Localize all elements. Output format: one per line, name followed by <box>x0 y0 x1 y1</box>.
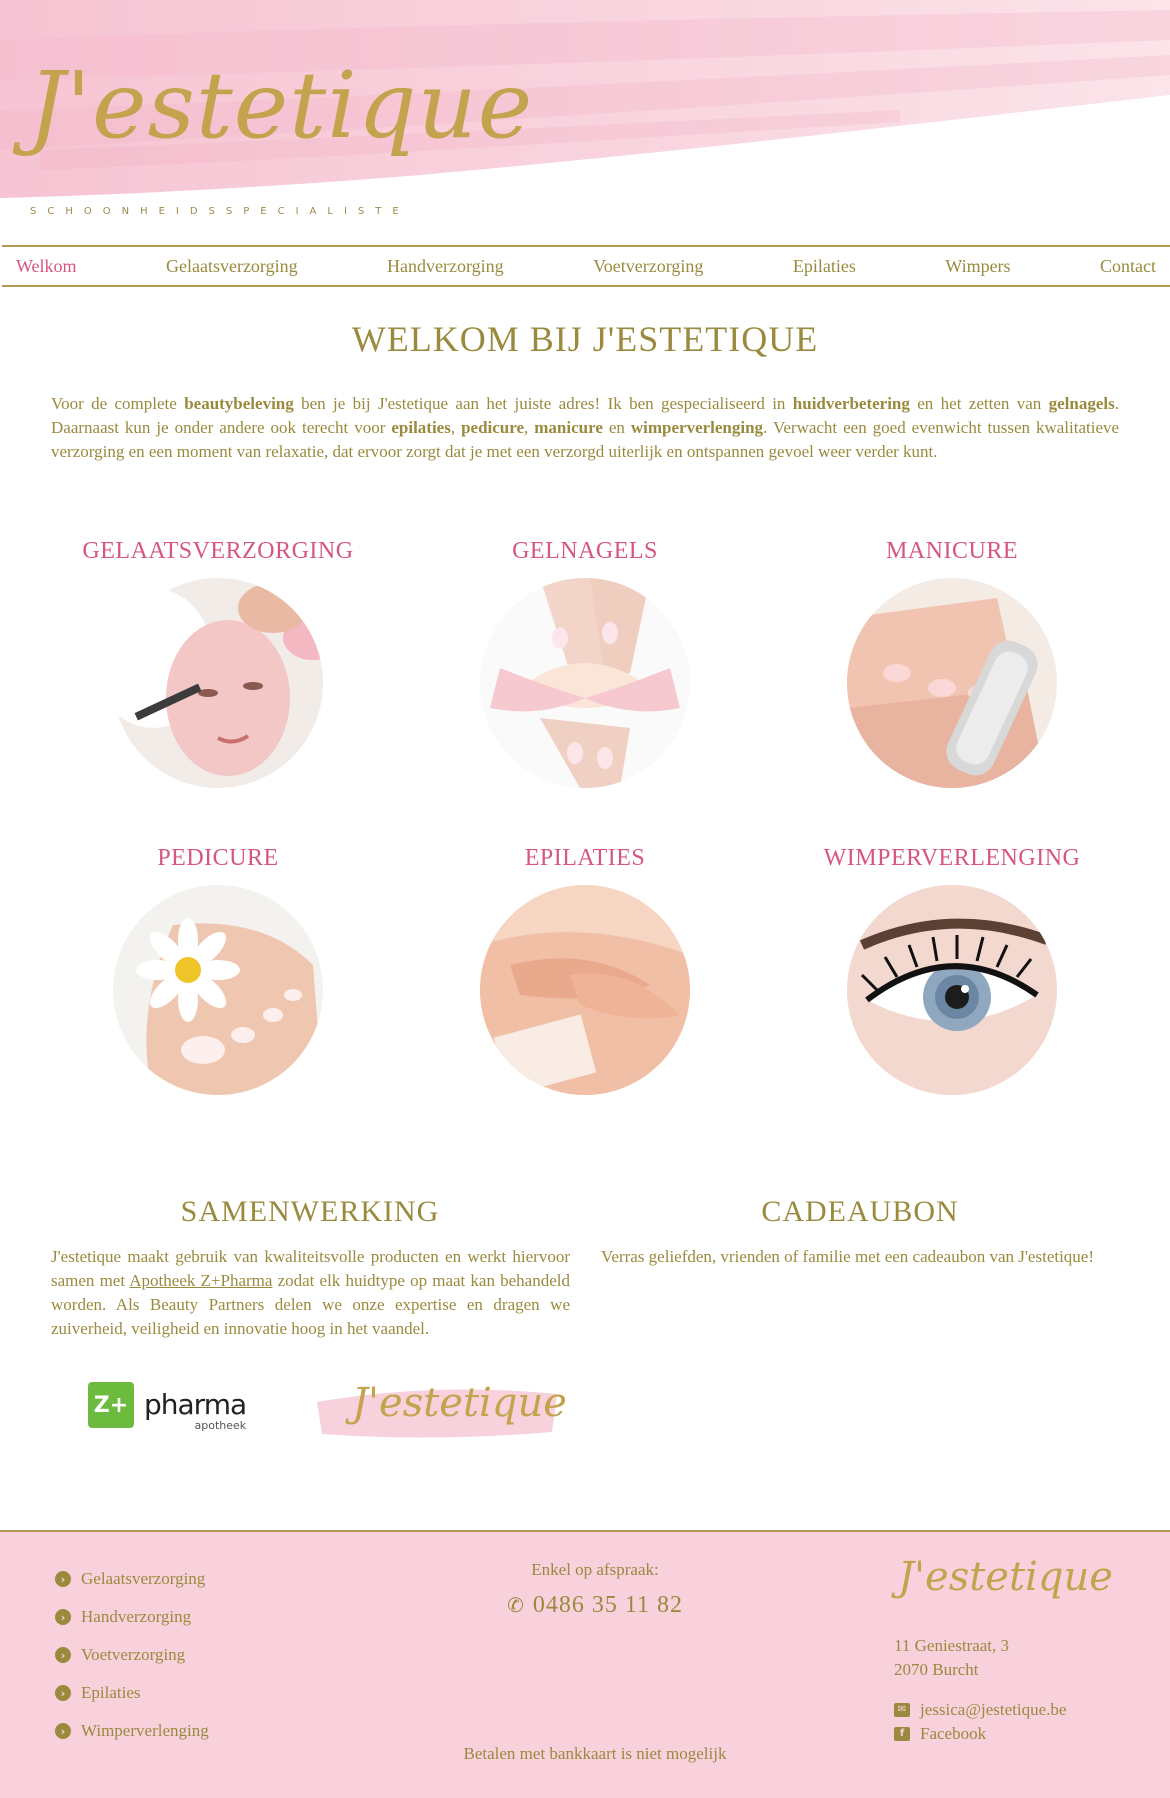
contact-links: ✉ jessica@jestetique.be f Facebook <box>894 1698 1154 1746</box>
service-epilaties[interactable]: EPILATIES <box>420 845 750 1095</box>
footer-contact-center: Enkel op afspraak: ✆ 0486 35 11 82 Betal… <box>400 1560 790 1763</box>
nav-handverzorging[interactable]: Handverzorging <box>387 256 504 277</box>
logo-script: J'estetique <box>28 52 534 159</box>
facebook-link[interactable]: f Facebook <box>894 1722 1154 1746</box>
chevron-right-icon: › <box>55 1609 71 1625</box>
z-pharma-link[interactable]: Apotheek Z+Pharma <box>129 1271 272 1290</box>
nav-epilaties[interactable]: Epilaties <box>793 256 856 277</box>
manicure-image[interactable] <box>847 578 1057 788</box>
zpharma-logo[interactable]: Z+ pharma apotheek <box>88 1380 268 1432</box>
footer-link-voetverzorging[interactable]: › Voetverzorging <box>55 1636 209 1674</box>
chevron-right-icon: › <box>55 1571 71 1587</box>
nav-gelaatsverzorging[interactable]: Gelaatsverzorging <box>166 256 298 277</box>
partner-jestetique-logo: J'estetique <box>312 1372 567 1462</box>
cadeaubon-text: Verras geliefden, vrienden of familie me… <box>601 1247 1095 1266</box>
eyelash-image[interactable] <box>847 885 1057 1095</box>
gel-nails-image[interactable] <box>480 578 690 788</box>
footer-link-handverzorging[interactable]: › Handverzorging <box>55 1598 209 1636</box>
pharma-word: pharma <box>144 1388 247 1421</box>
site-header: J'estetique SCHOONHEIDSSPECIALISTE <box>0 0 1170 245</box>
logo-subtitle: SCHOONHEIDSSPECIALISTE <box>30 206 410 217</box>
service-wimperverlenging[interactable]: WIMPERVERLENGING <box>787 845 1117 1095</box>
footer-link-epilaties[interactable]: › Epilaties <box>55 1674 209 1712</box>
facebook-icon: f <box>894 1727 910 1741</box>
footer-link-gelaatsverzorging[interactable]: › Gelaatsverzorging <box>55 1560 209 1598</box>
payment-note: Betalen met bankkaart is niet mogelijk <box>463 1744 727 1763</box>
intro-paragraph: Voor de complete beautybeleving ben je b… <box>51 394 1120 461</box>
cadeaubon-title: CADEAUBON <box>761 1195 959 1228</box>
footer-address-block: J'estetique 11 Geniestraat, 3 2070 Burch… <box>894 1554 1154 1746</box>
address: 11 Geniestraat, 3 2070 Burcht <box>894 1636 1010 1679</box>
phone-number[interactable]: ✆ 0486 35 11 82 <box>400 1592 790 1619</box>
samenwerking-title: SAMENWERKING <box>180 1195 440 1228</box>
pedicure-image[interactable] <box>113 885 323 1095</box>
service-title: GELAATSVERZORGING <box>82 538 354 564</box>
nav-welkom[interactable]: Welkom <box>16 256 77 277</box>
page-title: WELKOM BIJ J'ESTETIQUE <box>351 319 819 359</box>
service-title: PEDICURE <box>157 845 279 871</box>
envelope-icon: ✉ <box>894 1703 910 1717</box>
pharma-subword: apotheek <box>194 1419 247 1432</box>
service-pedicure[interactable]: PEDICURE <box>53 845 383 1095</box>
service-title: WIMPERVERLENGING <box>823 845 1081 871</box>
facial-treatment-image[interactable] <box>113 578 323 788</box>
service-manicure[interactable]: MANICURE <box>787 538 1117 788</box>
nav-voetverzorging[interactable]: Voetverzorging <box>593 256 703 277</box>
email-link[interactable]: ✉ jessica@jestetique.be <box>894 1698 1154 1722</box>
service-title: EPILATIES <box>524 845 646 871</box>
zpharma-badge: Z+ <box>88 1382 134 1428</box>
brand-logo[interactable]: J'estetique SCHOONHEIDSSPECIALISTE <box>28 60 532 245</box>
main-nav: Welkom Gelaatsverzorging Handverzorging … <box>2 245 1170 287</box>
service-title: MANICURE <box>885 538 1018 564</box>
nav-wimpers[interactable]: Wimpers <box>945 256 1010 277</box>
site-footer: › Gelaatsverzorging › Handverzorging › Voet… <box>0 1530 1170 1798</box>
service-title: GELNAGELS <box>512 538 658 564</box>
nav-contact[interactable]: Contact <box>1100 256 1156 277</box>
service-gelnagels[interactable]: GELNAGELS <box>420 538 750 788</box>
chevron-right-icon: › <box>55 1647 71 1663</box>
phone-icon: ✆ <box>507 1595 525 1617</box>
footer-logo: J'estetique <box>898 1554 1113 1600</box>
samenwerking-text: J'estetique maakt gebruik van kwaliteits… <box>51 1247 570 1338</box>
waxing-image[interactable] <box>480 885 690 1095</box>
footer-link-wimperverlenging[interactable]: › Wimperverlenging <box>55 1712 209 1750</box>
chevron-right-icon: › <box>55 1723 71 1739</box>
partner-logo-script: J'estetique <box>352 1380 567 1426</box>
service-gelaatsverzorging[interactable]: GELAATSVERZORGING <box>53 538 383 788</box>
footer-links: › Gelaatsverzorging › Handverzorging › Voet… <box>55 1560 209 1750</box>
chevron-right-icon: › <box>55 1685 71 1701</box>
appointment-note: Enkel op afspraak: <box>531 1560 659 1579</box>
